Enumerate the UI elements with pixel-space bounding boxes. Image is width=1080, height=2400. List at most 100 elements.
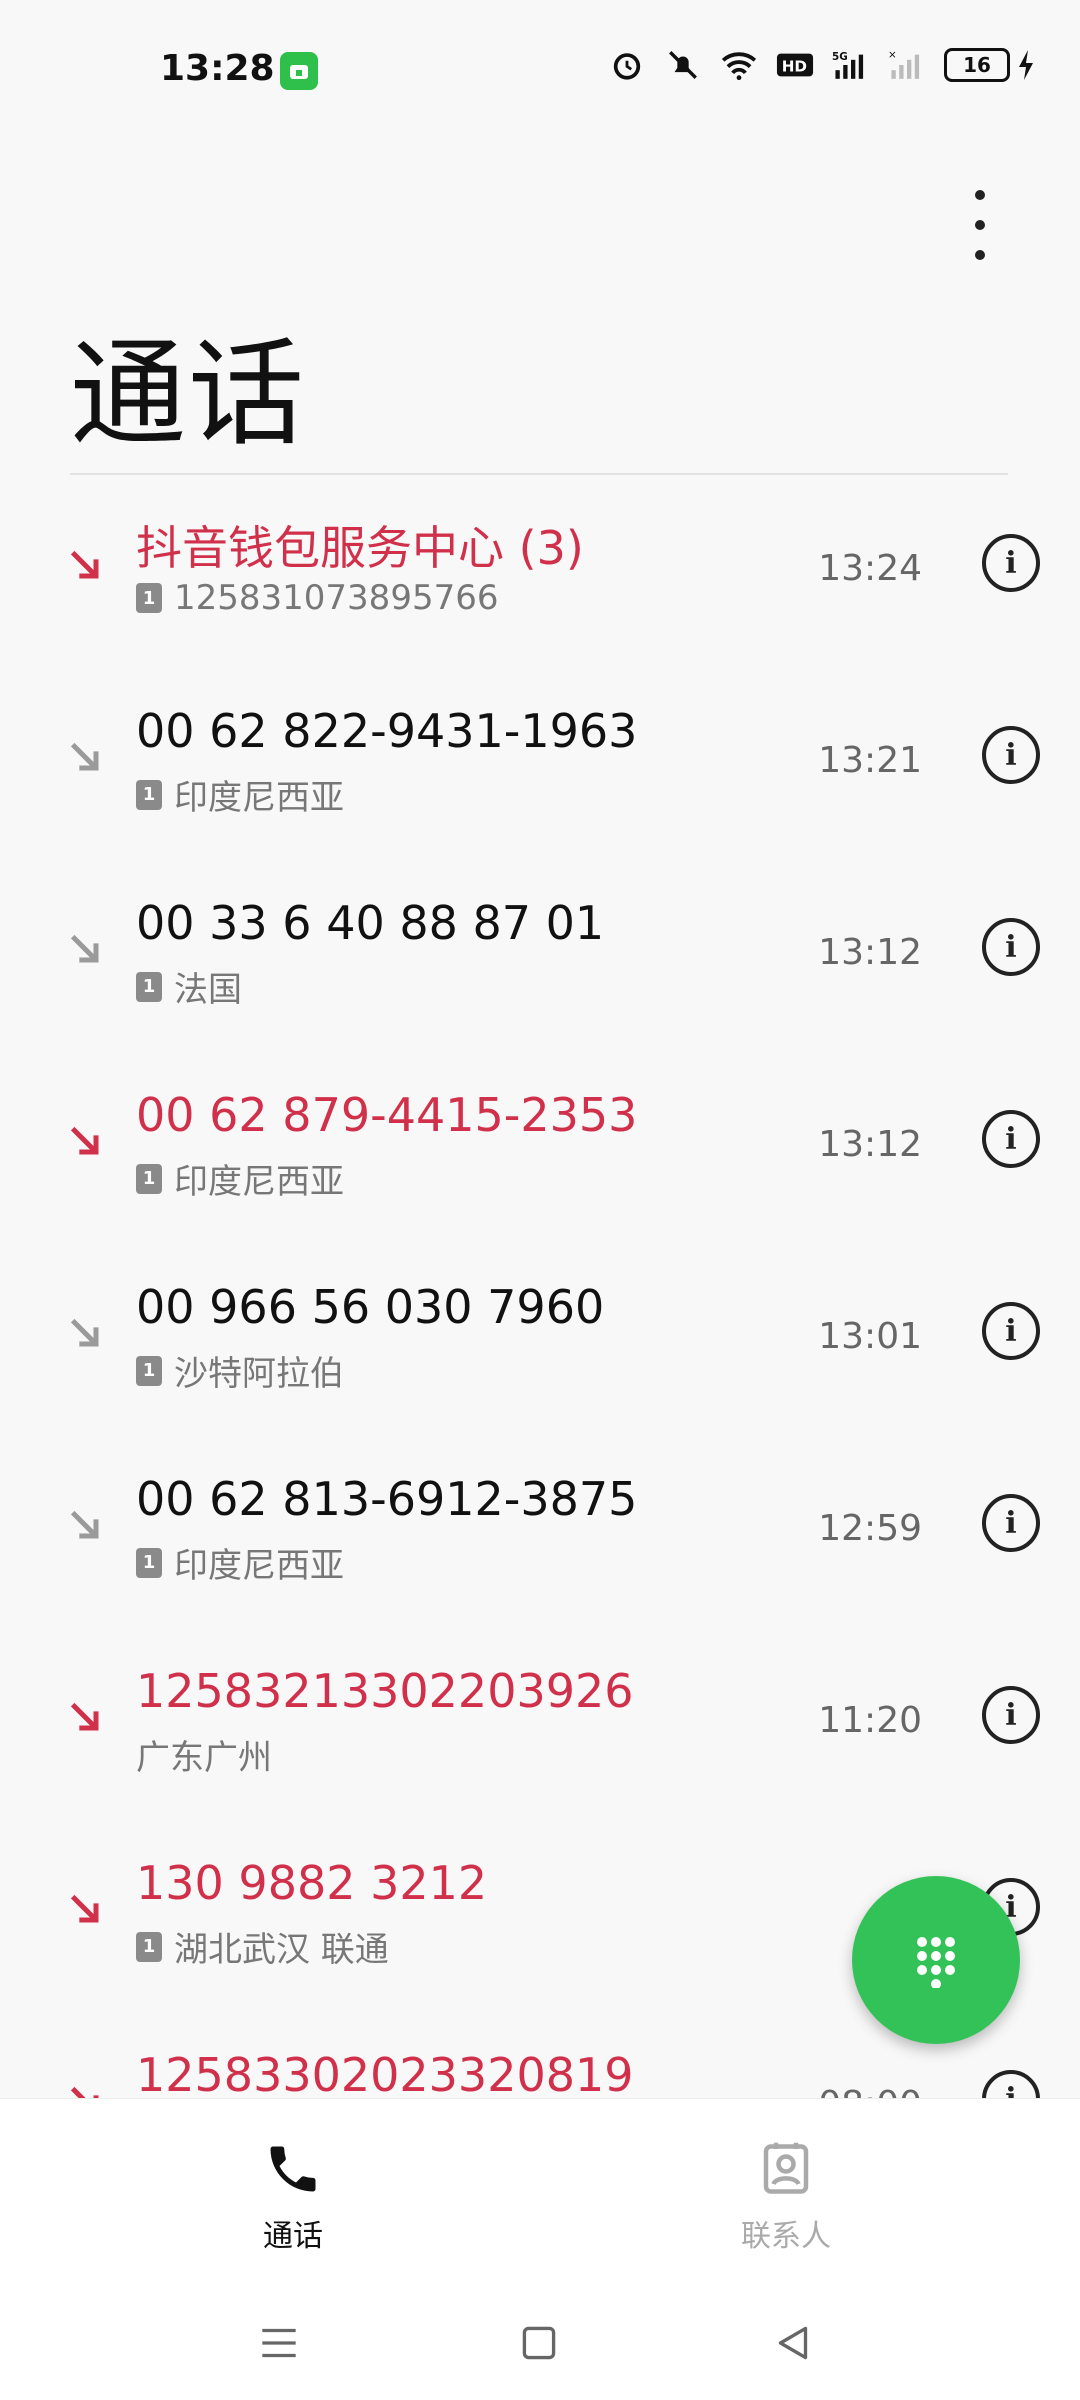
incoming-call-arrow-icon [70, 1126, 99, 1155]
sim-card-icon: 1 [136, 779, 162, 810]
phone-icon [270, 2146, 316, 2192]
sim-card-icon: 1 [136, 583, 162, 613]
dialpad-button[interactable] [852, 1876, 1020, 2044]
call-sub: 1 湖北武汉 联通 [136, 1922, 389, 1971]
call-log-row[interactable]: 00 33 6 40 88 87 01 1 法国 13:12 i [0, 860, 1080, 1052]
contacts-icon [763, 2142, 809, 2194]
bottom-tab-bar: 通话 联系人 [0, 2098, 1080, 2289]
call-sub: 1 印度尼西亚 [136, 1538, 344, 1587]
back-nav-button[interactable] [768, 2318, 818, 2368]
signal-icon: × [888, 46, 926, 84]
call-log-row[interactable]: 00 62 822-9431-1963 1 印度尼西亚 13:21 i [0, 668, 1080, 860]
sim-card-icon: 1 [136, 1547, 162, 1578]
system-nav-bar [0, 2288, 1080, 2400]
info-icon[interactable]: i [982, 726, 1040, 784]
bell-muted-icon [664, 46, 702, 84]
call-name: 00 62 813-6912-3875 [136, 1472, 638, 1526]
call-location: 广东广州 [136, 1738, 272, 1778]
incoming-call-arrow-icon [70, 1510, 99, 1539]
battery-icon: 16 [944, 48, 1036, 82]
call-log-row[interactable]: 00 62 813-6912-3875 1 印度尼西亚 12:59 i [0, 1436, 1080, 1628]
call-time: 13:12 [818, 1124, 922, 1165]
call-sub: 1 沙特阿拉伯 [136, 1346, 344, 1395]
info-icon[interactable]: i [982, 2070, 1040, 2098]
call-name: 00 33 6 40 88 87 01 [136, 896, 605, 950]
call-time: 08:00 [818, 2084, 922, 2098]
incoming-call-arrow-icon [70, 550, 99, 579]
incoming-call-arrow-icon [70, 1894, 99, 1923]
call-sub: 1 印度尼西亚 [136, 770, 344, 819]
status-bar: 13:28 HD 5G × 16 [0, 0, 1080, 140]
call-location: 沙特阿拉伯 [174, 1354, 344, 1394]
back-triangle-icon [778, 2326, 808, 2360]
info-icon[interactable]: i [982, 1494, 1040, 1552]
incoming-call-arrow-icon [70, 742, 99, 771]
sim-card-icon: 1 [136, 1163, 162, 1194]
sim-card-icon: 1 [136, 971, 162, 1002]
info-icon[interactable]: i [982, 918, 1040, 976]
call-name: 00 62 822-9431-1963 [136, 704, 638, 758]
wifi-icon [720, 46, 758, 84]
home-square-icon [522, 2326, 556, 2360]
incoming-call-arrow-icon [70, 934, 99, 963]
call-sub: 1 125831073895766 [136, 578, 498, 618]
call-location: 印度尼西亚 [174, 1162, 344, 1202]
call-name: 12583213302203926 [136, 1664, 634, 1718]
call-time: 12:59 [818, 1508, 922, 1549]
svg-text:HD: HD [782, 58, 807, 76]
call-location: 印度尼西亚 [174, 778, 344, 818]
incoming-call-arrow-icon [70, 1702, 99, 1731]
hd-icon: HD [776, 46, 814, 84]
tab-contacts-label: 联系人 [741, 2219, 831, 2254]
info-icon[interactable]: i [982, 1302, 1040, 1360]
sim-card-icon: 1 [136, 1355, 162, 1386]
call-time: 13:24 [818, 548, 922, 589]
call-name: 12583302023320819 [136, 2048, 634, 2098]
menu-icon [262, 2328, 296, 2358]
info-icon[interactable]: i [982, 1110, 1040, 1168]
svg-text:×: × [888, 49, 897, 61]
call-name: 130 9882 3212 [136, 1856, 488, 1910]
info-icon[interactable]: i [982, 1686, 1040, 1744]
call-log-row[interactable]: 12583213302203926 广东广州 11:20 i [0, 1628, 1080, 1820]
menu-nav-button[interactable] [254, 2318, 304, 2368]
call-time: 13:21 [818, 740, 922, 781]
call-location: 125831073895766 [174, 578, 499, 618]
call-time: 13:01 [818, 1316, 922, 1357]
home-nav-button[interactable] [514, 2318, 564, 2368]
call-location: 湖北武汉 联通 [174, 1930, 389, 1970]
call-log-row[interactable]: 00 62 879-4415-2353 1 印度尼西亚 13:12 i [0, 1052, 1080, 1244]
incoming-call-arrow-icon [70, 2086, 99, 2098]
svg-text:5G: 5G [832, 51, 848, 63]
tab-contacts[interactable]: 联系人 [706, 2139, 866, 2255]
status-time: 13:28 [160, 48, 275, 89]
call-sub: 广东广州 [136, 1730, 272, 1779]
call-log-row[interactable]: 抖音钱包服务中心 (3) 1 125831073895766 13:24 i [0, 476, 1080, 668]
call-name: 00 62 879-4415-2353 [136, 1088, 638, 1142]
call-location: 法国 [174, 970, 242, 1010]
info-icon[interactable]: i [982, 534, 1040, 592]
call-sub: 1 法国 [136, 962, 242, 1011]
incoming-call-arrow-icon [70, 1318, 99, 1347]
call-name: 抖音钱包服务中心 (3) [136, 521, 584, 575]
5g-signal-icon: 5G [832, 46, 870, 84]
tab-calls-label: 通话 [263, 2219, 323, 2254]
page-title: 通话 [70, 327, 306, 462]
more-options-button[interactable] [960, 190, 1000, 260]
call-sub: 1 印度尼西亚 [136, 1154, 344, 1203]
app-icon [280, 52, 318, 90]
dot [975, 220, 985, 230]
call-log-row[interactable]: 00 966 56 030 7960 1 沙特阿拉伯 13:01 i [0, 1244, 1080, 1436]
tab-calls[interactable]: 通话 [213, 2139, 373, 2255]
dialpad-icon [917, 1937, 955, 1988]
charging-icon [1019, 50, 1033, 80]
call-name: 00 966 56 030 7960 [136, 1280, 605, 1334]
call-time: 13:12 [818, 932, 922, 973]
sim-card-icon: 1 [136, 1931, 162, 1962]
dot [975, 190, 985, 200]
call-time: 11:20 [818, 1700, 922, 1741]
divider [70, 473, 1008, 475]
dot [975, 250, 985, 260]
call-location: 印度尼西亚 [174, 1546, 344, 1586]
call-log-list[interactable]: 抖音钱包服务中心 (3) 1 125831073895766 13:24 i 00 62 … [0, 476, 1080, 2098]
